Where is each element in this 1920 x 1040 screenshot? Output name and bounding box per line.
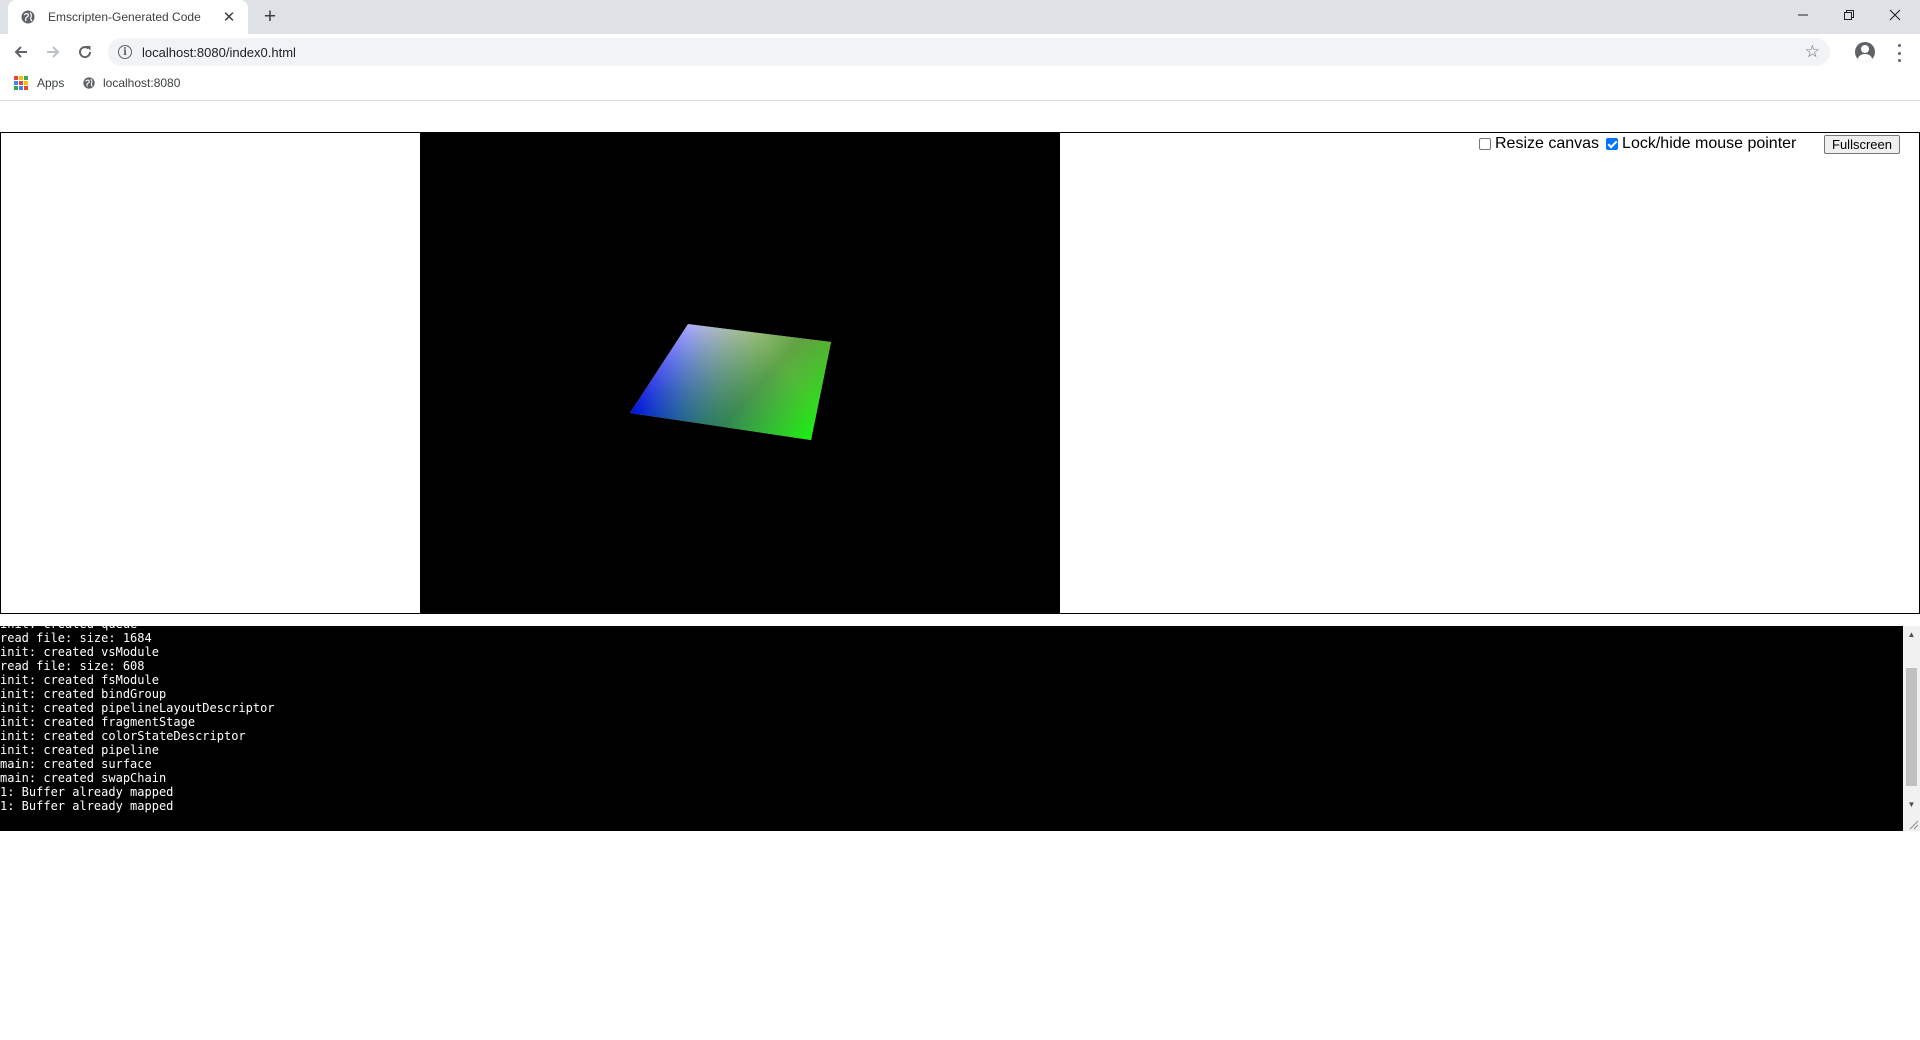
console-line: init: created colorStateDescriptor — [0, 729, 246, 743]
bookmark-label: Apps — [37, 76, 65, 90]
console-line: init: created pipeline — [0, 743, 159, 757]
lock-pointer-label: Lock/hide mouse pointer — [1622, 135, 1797, 152]
canvas-container: Resize canvas Lock/hide mouse pointer Fu… — [0, 132, 1920, 614]
address-bar[interactable]: i localhost:8080/index0.html ☆ — [108, 38, 1830, 66]
forward-arrow-icon[interactable] — [40, 40, 66, 64]
bookmark-label: localhost:8080 — [103, 76, 181, 90]
close-window-icon[interactable] — [1872, 0, 1918, 30]
apps-grid-icon — [14, 76, 28, 90]
minimize-icon[interactable] — [1780, 0, 1826, 30]
resize-canvas-checkbox[interactable] — [1479, 138, 1491, 150]
console-line: 1: Buffer already mapped — [0, 799, 174, 813]
console-line: read file: size: 608 — [0, 659, 145, 673]
fullscreen-button[interactable]: Fullscreen — [1824, 135, 1900, 154]
browser-tab[interactable]: Emscripten-Generated Code ✕ — [8, 0, 248, 34]
console-line: init: created fsModule — [0, 673, 159, 687]
console-line: read file: size: 1684 — [0, 631, 152, 645]
quad — [630, 324, 831, 440]
bookmark-localhost[interactable]: localhost:8080 — [82, 76, 180, 90]
resize-grip-icon[interactable] — [1903, 814, 1920, 831]
tab-close-icon[interactable]: ✕ — [220, 8, 238, 26]
globe-icon — [20, 9, 36, 25]
canvas-controls: Resize canvas Lock/hide mouse pointer — [1479, 133, 1796, 155]
console-line: main: created surface — [0, 757, 152, 771]
bookmark-apps[interactable]: Apps — [14, 76, 64, 90]
console-line: init: created bindGroup — [0, 687, 167, 701]
new-tab-button[interactable]: + — [258, 5, 282, 28]
scrollbar-thumb[interactable] — [1906, 668, 1917, 786]
console-line: main: created swapChain — [0, 771, 167, 785]
console-line: init: created fragmentStage — [0, 715, 196, 729]
browser-toolbar: i localhost:8080/index0.html ☆ — [0, 34, 1920, 70]
scroll-down-arrow-icon[interactable]: ▼ — [1903, 796, 1920, 813]
reload-icon[interactable] — [72, 40, 98, 64]
globe-icon — [82, 76, 96, 90]
output-console[interactable]: init: created queueread file: size: 1684… — [0, 626, 1920, 831]
console-line: init: created vsModule — [0, 645, 159, 659]
console-line: init: created pipelineLayoutDescriptor — [0, 701, 275, 715]
webgpu-canvas[interactable] — [420, 133, 1060, 613]
bookmark-star-icon[interactable]: ☆ — [1805, 43, 1820, 61]
console-line: 1: Buffer already mapped — [0, 785, 174, 799]
tab-title: Emscripten-Generated Code — [48, 10, 201, 24]
bookmarks-bar: Apps localhost:8080 — [0, 70, 1920, 101]
url-text[interactable]: localhost:8080/index0.html — [142, 45, 296, 60]
rendered-quad — [630, 324, 831, 440]
tab-strip: Emscripten-Generated Code ✕ + — [0, 0, 1920, 34]
resize-canvas-label: Resize canvas — [1495, 135, 1600, 152]
profile-avatar-icon[interactable] — [1855, 42, 1875, 62]
info-icon[interactable]: i — [118, 45, 132, 59]
lock-pointer-checkbox[interactable] — [1606, 138, 1619, 150]
console-text: init: created queueread file: size: 1684… — [0, 626, 275, 813]
console-scrollbar[interactable]: ▲ ▼ — [1903, 626, 1920, 831]
browser-menu-icon[interactable] — [1892, 42, 1906, 64]
restore-icon[interactable] — [1826, 0, 1872, 30]
back-arrow-icon[interactable] — [8, 40, 34, 64]
scroll-up-arrow-icon[interactable]: ▲ — [1903, 626, 1920, 643]
